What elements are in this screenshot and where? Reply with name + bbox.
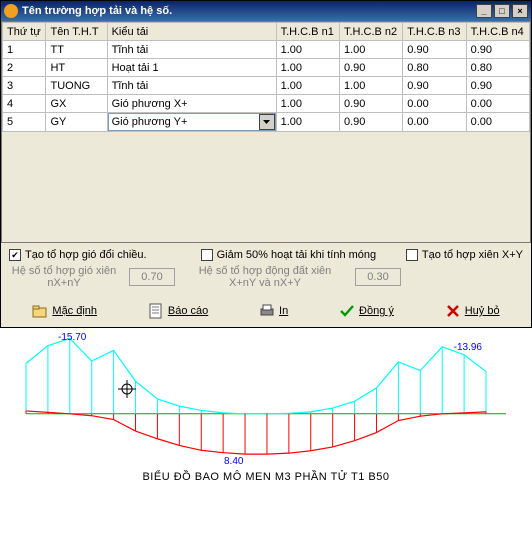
ok-button[interactable]: Đồng ý: [339, 303, 394, 319]
chevron-down-icon[interactable]: [259, 114, 275, 130]
coef-wind-label: Hệ số tổ hợp gió xiên nX+nY: [9, 265, 119, 289]
chart-annotation-max: 8.40: [224, 456, 243, 467]
table-row[interactable]: 1TTTĩnh tải1.001.000.900.90: [3, 41, 530, 59]
table-row[interactable]: 2HTHoạt tải 11.000.900.800.80: [3, 59, 530, 77]
button-row: Mặc định Báo cáo In Đồng ý Huỷ bỏ: [1, 297, 531, 327]
col-n1: T.H.C.B n1: [276, 23, 339, 41]
chart-title: BIỂU ĐỒ BAO MÔ MEN M3 PHẦN TỬ T1 B50: [6, 471, 526, 483]
checkbox-xy-label: Tạo tổ hợp xiên X+Y: [422, 249, 523, 261]
notepad-icon: [148, 303, 164, 319]
printer-icon: [259, 303, 275, 319]
maximize-button[interactable]: □: [494, 4, 510, 18]
coef-wind-input: [129, 268, 175, 286]
checkbox-reverse-wind-label: Tạo tổ hợp gió đổi chiều.: [25, 249, 147, 261]
col-index: Thứ tự: [3, 23, 46, 41]
chart-annotation-min-right: -13.96: [454, 342, 482, 353]
checkbox-xy-combination[interactable]: Tạo tổ hợp xiên X+Y: [406, 249, 523, 261]
table-row[interactable]: 5GYGió phương Y+Gió phương Y+Gió phương …: [3, 113, 530, 132]
cancel-button-label: Huỷ bỏ: [465, 305, 500, 317]
default-button[interactable]: Mặc định: [32, 303, 97, 319]
chart-area: -15.70 -13.96 8.40 BIỂU ĐỒ BAO MÔ MEN M3…: [0, 328, 532, 504]
report-button-label: Báo cáo: [168, 305, 208, 317]
cross-icon: [445, 303, 461, 319]
check-icon: [339, 303, 355, 319]
col-type: Kiểu tải: [107, 23, 276, 41]
checkbox-reduce-live-label: Giảm 50% hoạt tải khi tính móng: [217, 249, 377, 261]
table-row[interactable]: 4GXGió phương X+1.000.900.000.00: [3, 95, 530, 113]
load-type-combobox[interactable]: Gió phương Y+: [108, 113, 276, 131]
table-header-row: Thứ tự Tên T.H.T Kiểu tải T.H.C.B n1 T.H…: [3, 23, 530, 41]
table-row[interactable]: 3TUONGTĩnh tải1.001.000.900.90: [3, 77, 530, 95]
envelope-chart: [6, 332, 526, 462]
window-title: Tên trường hợp tải và hệ số.: [22, 5, 474, 17]
titlebar[interactable]: Tên trường hợp tải và hệ số. _ □ ×: [1, 1, 531, 21]
col-name: Tên T.H.T: [46, 23, 107, 41]
minimize-button[interactable]: _: [476, 4, 492, 18]
col-n2: T.H.C.B n2: [339, 23, 402, 41]
col-n4: T.H.C.B n4: [466, 23, 529, 41]
folder-icon: [32, 303, 48, 319]
cancel-button[interactable]: Huỷ bỏ: [445, 303, 500, 319]
col-n3: T.H.C.B n3: [403, 23, 466, 41]
combo-value: Gió phương Y+: [109, 116, 259, 128]
options-panel: ✔ Tạo tổ hợp gió đổi chiều. Giảm 50% hoạ…: [1, 243, 531, 297]
checkbox-reduce-live[interactable]: Giảm 50% hoạt tải khi tính móng: [201, 249, 377, 261]
default-button-label: Mặc định: [52, 305, 97, 317]
report-button[interactable]: Báo cáo: [148, 303, 208, 319]
coef-eq-label: Hệ số tổ hợp động đất xiên X+nY và nX+Y: [185, 265, 345, 289]
ok-button-label: Đồng ý: [359, 305, 394, 317]
print-button-label: In: [279, 305, 288, 317]
close-button[interactable]: ×: [512, 4, 528, 18]
app-icon: [4, 4, 18, 18]
load-type-dropdown-list[interactable]: Gió phương Y+Gió phương Y-Gió động phươn…: [108, 131, 277, 132]
coef-eq-input: [355, 268, 401, 286]
load-cases-table: Thứ tự Tên T.H.T Kiểu tải T.H.C.B n1 T.H…: [1, 21, 531, 243]
crosshair-cursor-icon: [118, 380, 136, 401]
dialog-window: Tên trường hợp tải và hệ số. _ □ × Thứ t…: [0, 0, 532, 328]
chart-annotation-min-left: -15.70: [58, 332, 86, 343]
checkbox-reverse-wind[interactable]: ✔ Tạo tổ hợp gió đổi chiều.: [9, 249, 147, 261]
print-button[interactable]: In: [259, 303, 288, 319]
